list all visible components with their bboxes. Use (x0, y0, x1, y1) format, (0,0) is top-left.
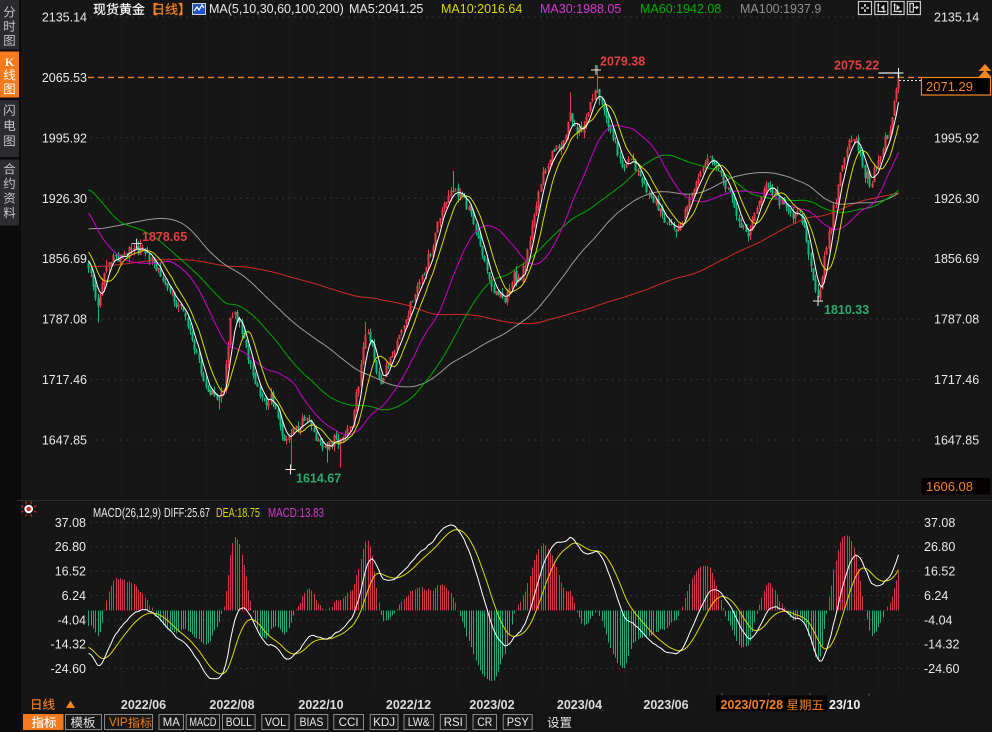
svg-text:LW&: LW& (408, 717, 430, 729)
svg-text:RSI: RSI (444, 717, 463, 729)
svg-text:-14.32: -14.32 (924, 638, 959, 652)
svg-text:2022/06: 2022/06 (121, 698, 166, 712)
svg-text:1717.46: 1717.46 (934, 373, 979, 387)
svg-text:PSY: PSY (507, 717, 529, 729)
svg-text:1926.30: 1926.30 (934, 192, 979, 206)
svg-text:37.08: 37.08 (55, 516, 86, 530)
svg-text:1856.69: 1856.69 (934, 252, 979, 266)
svg-text:2135.14: 2135.14 (42, 11, 87, 25)
svg-text:MACD:13.83: MACD:13.83 (268, 506, 324, 520)
svg-text:1926.30: 1926.30 (42, 192, 87, 206)
svg-text:-24.60: -24.60 (51, 662, 86, 676)
svg-text:VIP: VIP (109, 717, 128, 729)
svg-text:2022/12: 2022/12 (386, 698, 431, 712)
svg-text:1647.85: 1647.85 (934, 434, 979, 448)
svg-text:DEA:18.75: DEA:18.75 (216, 506, 260, 520)
svg-text:1995.92: 1995.92 (42, 131, 87, 145)
svg-text:MA30:1988.05: MA30:1988.05 (540, 2, 621, 16)
svg-text:2071.29: 2071.29 (926, 79, 973, 94)
svg-text:2065.53: 2065.53 (42, 71, 87, 85)
svg-text:26.80: 26.80 (55, 540, 86, 554)
svg-text:BIAS: BIAS (299, 717, 323, 729)
svg-text:-14.32: -14.32 (51, 638, 86, 652)
svg-text:-4.04: -4.04 (924, 613, 953, 627)
svg-text:23/10: 23/10 (829, 698, 860, 712)
svg-text:16.52: 16.52 (55, 565, 86, 579)
svg-text:1787.08: 1787.08 (934, 313, 979, 327)
svg-text:2135.14: 2135.14 (934, 11, 979, 25)
svg-text:2079.38: 2079.38 (600, 55, 645, 69)
svg-text:1614.67: 1614.67 (296, 472, 341, 486)
svg-text:-24.60: -24.60 (924, 662, 959, 676)
svg-text:1717.46: 1717.46 (42, 373, 87, 387)
svg-text:1810.33: 1810.33 (824, 303, 869, 317)
svg-text:K: K (5, 55, 15, 69)
svg-text:6.24: 6.24 (924, 589, 948, 603)
svg-text:1878.65: 1878.65 (142, 230, 187, 244)
svg-text:MA100:1937.9: MA100:1937.9 (740, 2, 821, 16)
svg-text:MACD: MACD (189, 717, 216, 729)
svg-text:1606.08: 1606.08 (926, 479, 973, 494)
svg-text:2022/08: 2022/08 (209, 698, 254, 712)
svg-text:MA: MA (163, 717, 180, 729)
svg-text:1647.85: 1647.85 (42, 434, 87, 448)
svg-text:2023/07/28: 2023/07/28 (721, 698, 784, 712)
svg-text:CCI: CCI (339, 717, 359, 729)
svg-text:26.80: 26.80 (924, 540, 955, 554)
svg-text:6.24: 6.24 (62, 589, 86, 603)
svg-text:2022/10: 2022/10 (298, 698, 343, 712)
svg-text:VOL: VOL (265, 717, 287, 729)
svg-text:16.52: 16.52 (924, 565, 955, 579)
svg-text:2023/06: 2023/06 (643, 698, 688, 712)
svg-text:1856.69: 1856.69 (42, 252, 87, 266)
svg-text:2075.22: 2075.22 (834, 59, 879, 73)
svg-text:1787.08: 1787.08 (42, 313, 87, 327)
svg-text:1995.92: 1995.92 (934, 131, 979, 145)
svg-text:MA60:1942.08: MA60:1942.08 (640, 2, 721, 16)
svg-text:MA(5,10,30,60,100,200): MA(5,10,30,60,100,200) (209, 2, 344, 16)
svg-text:MACD(26,12,9): MACD(26,12,9) (93, 506, 161, 520)
svg-text:DIFF:25.67: DIFF:25.67 (164, 506, 210, 520)
svg-text:BOLL: BOLL (226, 717, 253, 729)
svg-text:KDJ: KDJ (373, 717, 395, 729)
svg-text:MA10:2016.64: MA10:2016.64 (441, 2, 522, 16)
svg-text:2023/02: 2023/02 (469, 698, 514, 712)
svg-text:37.08: 37.08 (924, 516, 955, 530)
svg-text:MA5:2041.25: MA5:2041.25 (349, 2, 423, 16)
svg-text:2023/04: 2023/04 (557, 698, 602, 712)
svg-text:CR: CR (477, 717, 492, 729)
svg-text:-4.04: -4.04 (58, 613, 87, 627)
